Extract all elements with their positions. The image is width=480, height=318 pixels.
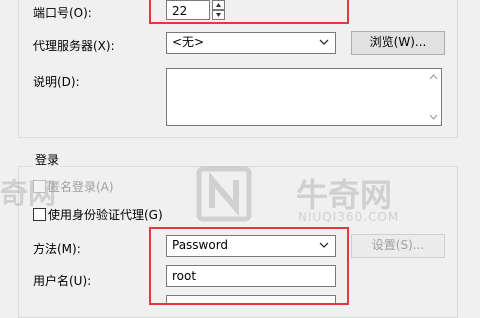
anonymous-label: 匿名登录(A) bbox=[48, 180, 114, 194]
chevron-down-icon bbox=[319, 39, 329, 45]
port-highlight bbox=[149, 0, 349, 24]
auth-agent-label: 使用身份验证代理(G) bbox=[48, 208, 163, 222]
port-label: 端口号(O): bbox=[33, 6, 92, 20]
auth-agent-checkbox[interactable] bbox=[33, 208, 46, 221]
description-label: 说明(D): bbox=[33, 75, 80, 89]
proxy-selected-value: <无> bbox=[172, 35, 205, 49]
proxy-select[interactable]: <无> bbox=[166, 32, 336, 54]
description-textarea[interactable] bbox=[166, 68, 442, 126]
browse-button[interactable]: 浏览(W)... bbox=[351, 31, 445, 55]
login-highlight bbox=[149, 227, 349, 305]
chevron-down-icon[interactable] bbox=[426, 111, 441, 123]
proxy-label: 代理服务器(X): bbox=[33, 39, 115, 53]
settings-button[interactable]: 设置(S)... bbox=[351, 234, 445, 258]
login-group-title: 登录 bbox=[33, 151, 62, 168]
description-scrollbar[interactable] bbox=[426, 69, 441, 125]
chevron-up-icon[interactable] bbox=[426, 71, 441, 83]
username-label: 用户名(U): bbox=[33, 274, 92, 288]
anonymous-checkbox[interactable] bbox=[33, 180, 46, 193]
method-label: 方法(M): bbox=[33, 242, 81, 256]
